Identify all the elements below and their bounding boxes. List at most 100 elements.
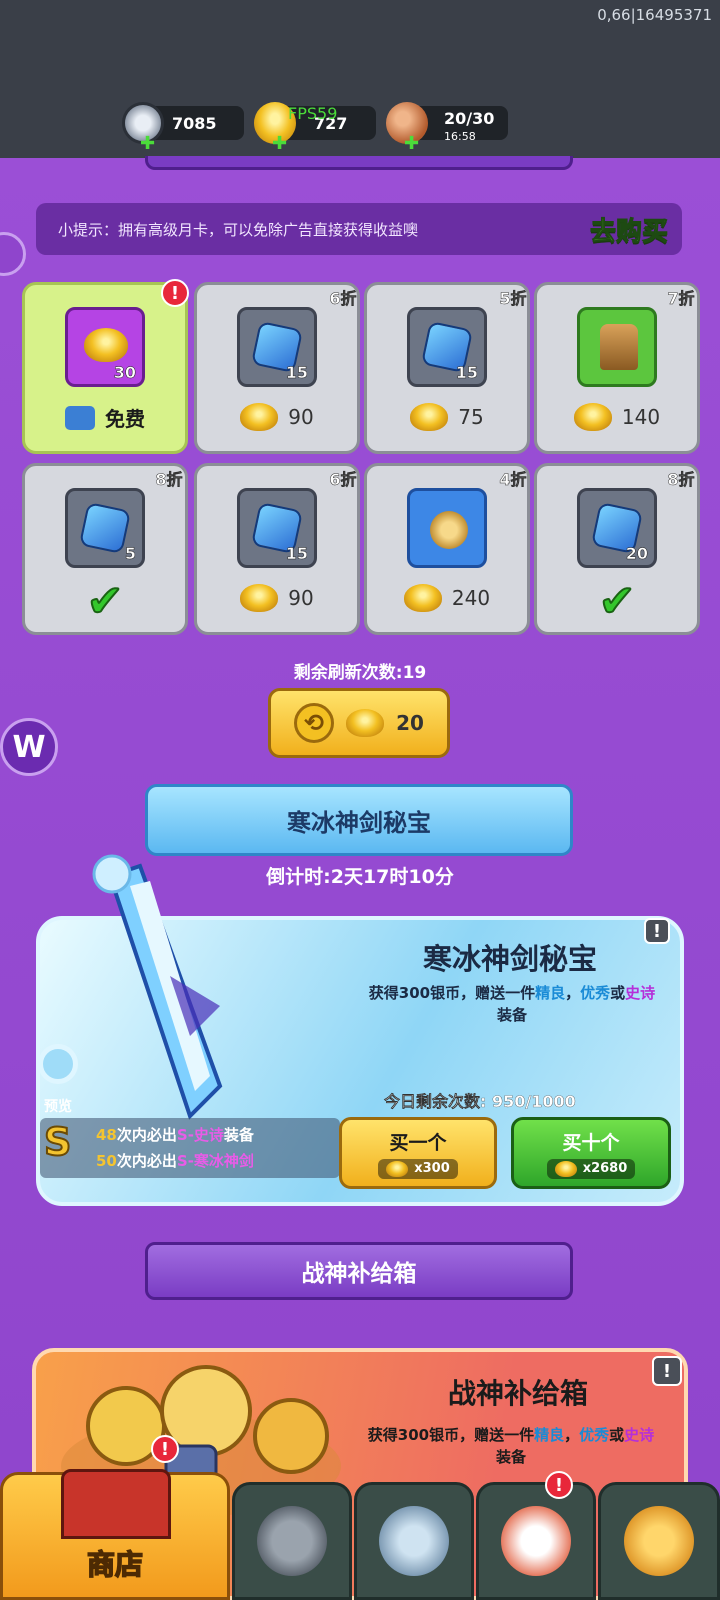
- gold-ingot-counter[interactable]: 727 FPS59 ✚: [254, 102, 376, 154]
- ice-sword-icon: [92, 854, 223, 1120]
- free-label: 免费: [105, 407, 145, 431]
- war-event-title: 战神补给箱: [447, 1377, 588, 1410]
- fist-upgrade-icon: [624, 1506, 694, 1576]
- gold-ingot-icon: [554, 1160, 577, 1177]
- discount-badge: 8折: [655, 452, 707, 504]
- nav-pet[interactable]: !: [476, 1471, 596, 1600]
- pity-line-1: 48次内必出S-史诗装备: [96, 1124, 254, 1145]
- shop-item-6[interactable]: 15 90 6折: [194, 463, 360, 635]
- price-value: 90: [288, 586, 314, 610]
- pity-count: 50: [96, 1152, 117, 1170]
- shop-item-5[interactable]: 5 ✔ 8折: [22, 463, 188, 635]
- item-price: 90: [197, 584, 357, 612]
- preview-label[interactable]: 预览: [44, 1096, 72, 1116]
- desc-text: 获得300银币，赠送一件: [368, 984, 536, 1002]
- item-quantity: 15: [285, 363, 308, 383]
- desc-suffix: 装备: [495, 1448, 526, 1466]
- refresh-button[interactable]: ⟲ 20: [268, 688, 450, 758]
- discount-badge: 8折: [143, 452, 195, 504]
- quality-good: 精良: [534, 1426, 565, 1444]
- item-quantity: 15: [285, 544, 308, 564]
- cost-value: x300: [414, 1161, 450, 1176]
- pity-tag: S-史诗: [176, 1126, 224, 1144]
- price-value: 140: [621, 405, 661, 429]
- gem-icon: [78, 501, 132, 555]
- price-value: 240: [451, 586, 491, 610]
- header-tab-edge: [145, 156, 573, 170]
- alert-icon: !: [151, 1435, 179, 1463]
- desc-sep: ，: [565, 984, 581, 1002]
- shop-item-8[interactable]: 20 ✔ 8折: [534, 463, 700, 635]
- quality-epic: 史诗: [625, 984, 656, 1002]
- war-event-description: 获得300银币，赠送一件精良，优秀或史诗装备: [364, 1424, 658, 1468]
- item-icon-box: 20: [577, 488, 657, 568]
- alert-icon: !: [161, 279, 189, 307]
- buy-one-cost: x300: [378, 1158, 458, 1179]
- price-value: 75: [458, 405, 484, 429]
- purchased-check-icon: ✔: [86, 575, 125, 628]
- discount-badge: 7折: [655, 271, 707, 323]
- s-rank-icon: S: [43, 1119, 72, 1165]
- stamina-counter[interactable]: 20/30 16:58 ✚: [386, 102, 508, 154]
- quality-good: 精良: [535, 984, 566, 1002]
- side-event-button[interactable]: W: [0, 718, 58, 776]
- buy-ten-cost: x2680: [546, 1158, 636, 1179]
- pet-icon: [501, 1506, 571, 1576]
- shop-item-7[interactable]: 240 4折: [364, 463, 530, 635]
- buy-one-button[interactable]: 买一个 x300: [339, 1117, 497, 1189]
- shop-item-3[interactable]: 15 75 5折: [364, 282, 530, 454]
- item-icon-box: [577, 307, 657, 387]
- silver-coin-counter[interactable]: 7085 ✚: [122, 102, 244, 154]
- shop-item-2[interactable]: 15 90 6折: [194, 282, 360, 454]
- item-price: 90: [197, 403, 357, 431]
- daily-remaining: 今日剩余次数: 950/1000: [384, 1092, 576, 1111]
- info-icon[interactable]: !: [652, 1356, 682, 1386]
- magnifier-icon[interactable]: [38, 1044, 78, 1084]
- free-price: 免费: [25, 403, 185, 432]
- go-buy-button[interactable]: 去购买: [589, 211, 668, 248]
- refresh-count-label: 剩余刷新次数:19: [293, 663, 427, 683]
- item-price: 240: [367, 584, 527, 612]
- stamina-value: 20/30: [444, 108, 495, 128]
- nav-battle[interactable]: [354, 1482, 474, 1600]
- price-value: 90: [288, 405, 314, 429]
- shop-gate-icon: [61, 1469, 171, 1539]
- shop-item-4[interactable]: 140 7折: [534, 282, 700, 454]
- add-stamina-icon[interactable]: ✚: [404, 133, 419, 154]
- nav-shop[interactable]: ! 商店: [0, 1435, 230, 1600]
- gold-ingot-icon: [573, 403, 612, 431]
- buy-one-label: 买一个: [389, 1131, 447, 1154]
- hint-text: 小提示：拥有高级月卡，可以免除广告直接获得收益噢: [58, 220, 419, 239]
- item-price: 140: [537, 403, 697, 431]
- ice-event-description: 获得300银币，赠送一件精良，优秀或史诗装备: [366, 982, 658, 1026]
- buy-ten-button[interactable]: 买十个 x2680: [511, 1117, 671, 1189]
- war-event-banner: 战神补给箱: [145, 1242, 573, 1300]
- desc-or: 或: [609, 1426, 625, 1444]
- purchased-check-icon: ✔: [598, 575, 637, 628]
- add-silver-icon[interactable]: ✚: [140, 133, 155, 154]
- hint-bar: 小提示：拥有高级月卡，可以免除广告直接获得收益噢 去购买: [36, 203, 682, 255]
- add-gold-icon[interactable]: ✚: [272, 133, 287, 154]
- nav-hero[interactable]: [232, 1482, 352, 1600]
- item-quantity: 15: [455, 363, 478, 383]
- shop-item-1[interactable]: 30 免费 !: [22, 279, 189, 454]
- amulet-icon: [430, 511, 468, 549]
- nav-upgrade[interactable]: [598, 1482, 720, 1600]
- refresh-icon: ⟲: [294, 703, 335, 743]
- discount-badge: 6折: [317, 452, 369, 504]
- top-resource-bar: 0,66|16495371 7085 ✚ 727 FPS59 ✚ 20/30 1…: [0, 0, 720, 158]
- desc-text: 获得300银币，赠送一件: [367, 1426, 535, 1444]
- armor-icon: [600, 324, 638, 370]
- pity-text: 次内必出: [116, 1126, 177, 1144]
- gold-ingot-icon: [410, 403, 449, 431]
- item-icon-box: 5: [65, 488, 145, 568]
- quality-epic: 史诗: [624, 1426, 655, 1444]
- pity-count: 48: [96, 1126, 117, 1144]
- gold-ingot-icon: [240, 584, 279, 612]
- cost-value: x2680: [582, 1161, 628, 1176]
- info-icon[interactable]: !: [644, 918, 670, 944]
- shield-swords-icon: [379, 1506, 449, 1576]
- silver-coin-value: 7085: [172, 113, 217, 133]
- buy-ten-label: 买十个: [562, 1131, 620, 1154]
- nav-shop-label: 商店: [86, 1547, 144, 1582]
